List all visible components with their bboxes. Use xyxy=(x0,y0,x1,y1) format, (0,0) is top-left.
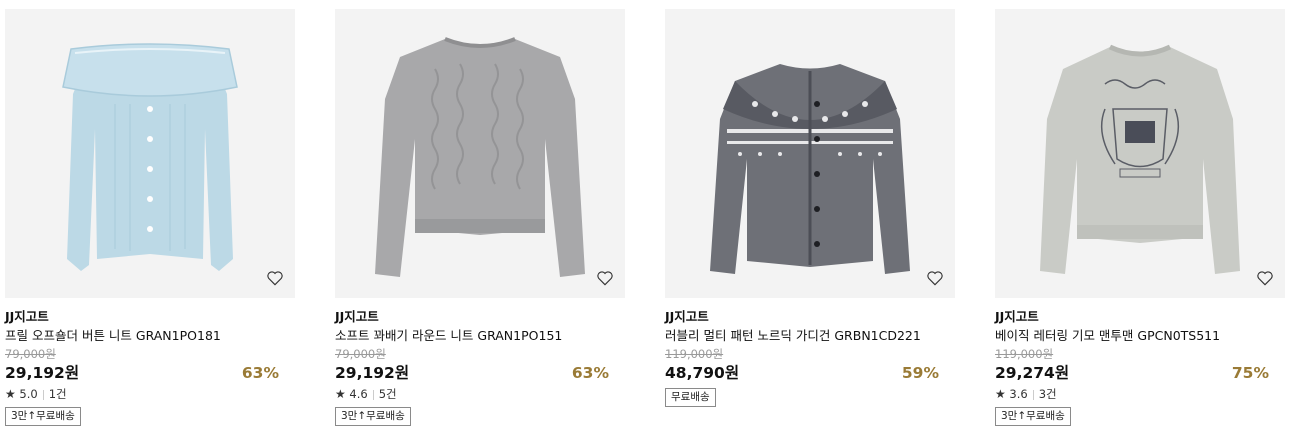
review-count: 1건 xyxy=(48,387,67,401)
divider xyxy=(1032,389,1034,400)
wishlist-heart-icon[interactable] xyxy=(595,268,615,288)
original-price: 79,000원 xyxy=(335,347,386,361)
review-summary: ★ 5.0 1건 xyxy=(5,384,295,404)
product-image[interactable] xyxy=(5,9,295,298)
brand-name[interactable]: JJ지고트 xyxy=(665,308,955,326)
star-icon: ★ xyxy=(995,387,1006,401)
rating-value: 4.6 xyxy=(349,387,368,401)
divider xyxy=(42,389,44,400)
divider xyxy=(372,389,374,400)
discount-rate: 59% xyxy=(901,364,939,382)
discount-rate: 63% xyxy=(241,364,279,382)
product-photo-offshoulder-knit xyxy=(62,43,238,271)
review-summary: ★ 4.6 5건 xyxy=(335,384,625,404)
product-photo-cable-knit xyxy=(375,37,585,277)
original-price: 79,000원 xyxy=(5,347,56,361)
price-row: 48,790원 59% xyxy=(665,362,955,384)
review-count: 5건 xyxy=(378,387,397,401)
star-icon: ★ xyxy=(335,387,346,401)
wishlist-heart-icon[interactable] xyxy=(265,268,285,288)
rating-value: 3.6 xyxy=(1009,387,1028,401)
review-summary: ★ 3.6 3건 xyxy=(995,384,1285,404)
review-count: 3건 xyxy=(1038,387,1057,401)
product-card[interactable]: JJ지고트 프릴 오프숄더 버튼 니트 GRAN1PO181 79,000원 2… xyxy=(5,9,295,426)
original-price: 119,000원 xyxy=(995,347,1054,361)
sale-price: 48,790원 xyxy=(665,364,740,382)
rating-value: 5.0 xyxy=(19,387,38,401)
product-card[interactable]: JJ지고트 베이직 레터링 기모 맨투맨 GPCN0TS511 119,000원… xyxy=(995,9,1285,426)
wishlist-heart-icon[interactable] xyxy=(1255,268,1275,288)
product-name[interactable]: 베이직 레터링 기모 맨투맨 GPCN0TS511 xyxy=(995,326,1285,346)
shipping-badge: 3만↑무료배송 xyxy=(5,407,81,426)
price-row: 29,192원 63% xyxy=(5,362,295,384)
shipping-badge: 3만↑무료배송 xyxy=(995,407,1071,426)
product-card[interactable]: JJ지고트 소프트 꽈배기 라운드 니트 GRAN1PO151 79,000원 … xyxy=(335,9,625,426)
shipping-badge: 3만↑무료배송 xyxy=(335,407,411,426)
product-image[interactable] xyxy=(665,9,955,298)
product-image[interactable] xyxy=(995,9,1285,298)
price-row: 29,192원 63% xyxy=(335,362,625,384)
brand-name[interactable]: JJ지고트 xyxy=(5,308,295,326)
discount-rate: 75% xyxy=(1231,364,1269,382)
product-card[interactable]: JJ지고트 러블리 멀티 패턴 노르딕 가디건 GRBN1CD221 119,0… xyxy=(665,9,955,407)
sale-price: 29,192원 xyxy=(5,364,80,382)
price-row: 29,274원 75% xyxy=(995,362,1285,384)
product-grid: JJ지고트 프릴 오프숄더 버튼 니트 GRAN1PO181 79,000원 2… xyxy=(0,0,1294,447)
product-photo-sweatshirt xyxy=(1040,44,1240,274)
brand-name[interactable]: JJ지고트 xyxy=(335,308,625,326)
discount-rate: 63% xyxy=(571,364,609,382)
sale-price: 29,192원 xyxy=(335,364,410,382)
product-image[interactable] xyxy=(335,9,625,298)
wishlist-heart-icon[interactable] xyxy=(925,268,945,288)
sale-price: 29,274원 xyxy=(995,364,1070,382)
product-name[interactable]: 소프트 꽈배기 라운드 니트 GRAN1PO151 xyxy=(335,326,625,346)
product-photo-nordic-cardigan xyxy=(710,64,910,274)
original-price: 119,000원 xyxy=(665,347,724,361)
product-name[interactable]: 러블리 멀티 패턴 노르딕 가디건 GRBN1CD221 xyxy=(665,326,955,346)
product-name[interactable]: 프릴 오프숄더 버튼 니트 GRAN1PO181 xyxy=(5,326,295,346)
brand-name[interactable]: JJ지고트 xyxy=(995,308,1285,326)
shipping-badge: 무료배송 xyxy=(665,388,716,407)
star-icon: ★ xyxy=(5,387,16,401)
